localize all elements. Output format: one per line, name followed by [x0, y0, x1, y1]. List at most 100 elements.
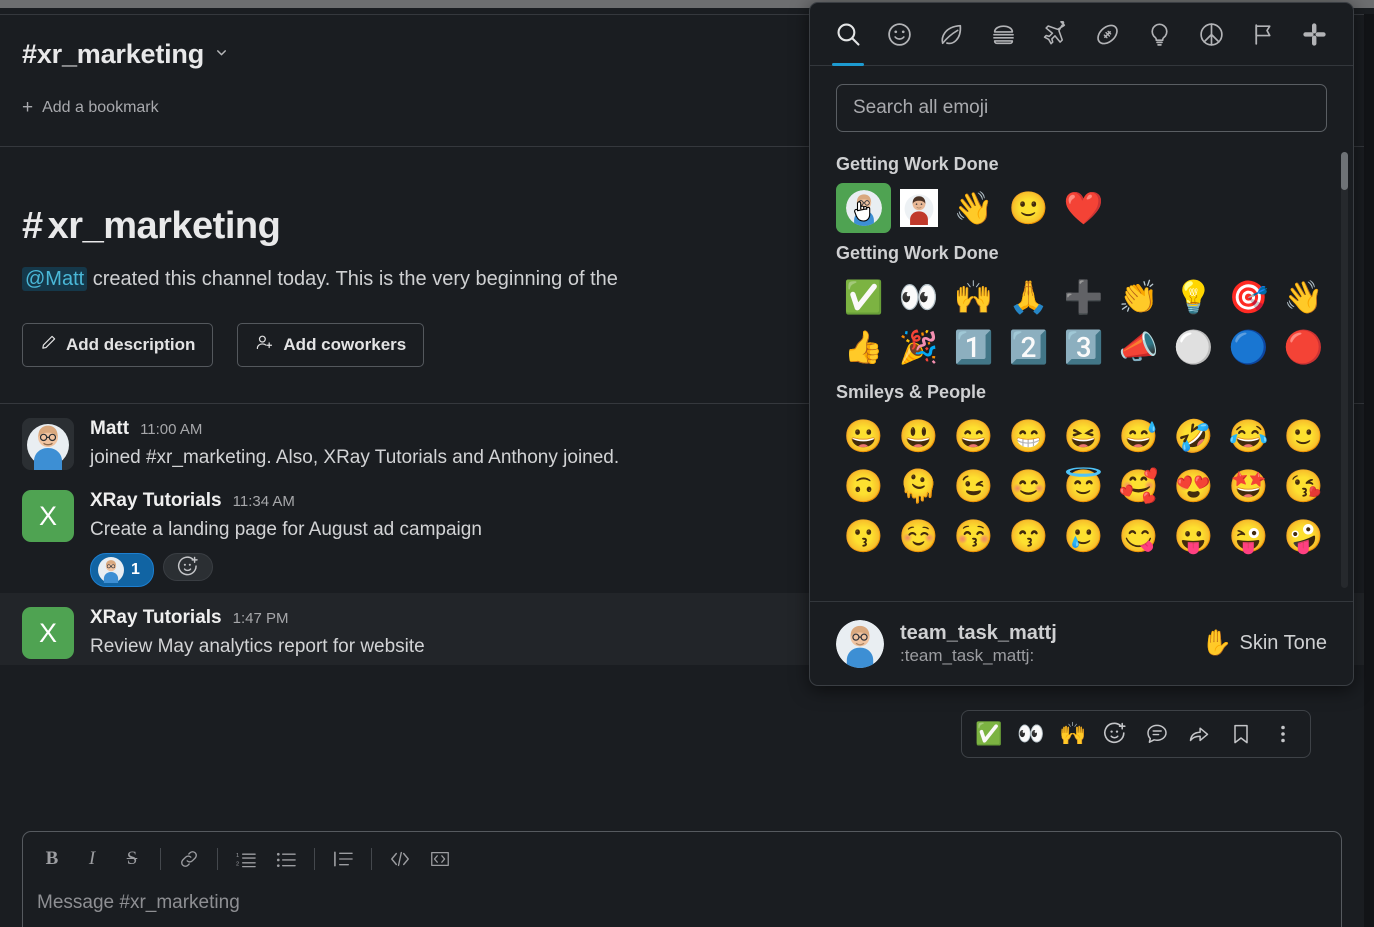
emoji-scrollbar-track[interactable]	[1341, 152, 1348, 588]
emoji-dart[interactable]: 🎯	[1221, 272, 1276, 322]
reply-in-thread-button[interactable]	[1138, 717, 1176, 751]
message-author[interactable]: Matt	[90, 418, 129, 440]
emoji-joy[interactable]: 😂	[1221, 411, 1276, 461]
bulleted-list-icon[interactable]	[267, 842, 305, 876]
reaction-white-check-mark-button[interactable]: ✅	[970, 717, 1008, 751]
forward-message-button[interactable]	[1180, 717, 1218, 751]
code-block-icon[interactable]	[421, 842, 459, 876]
emoji-team_task_mattj[interactable]	[836, 183, 891, 233]
add-reaction-button[interactable]	[1096, 717, 1134, 751]
reaction-eyes-button[interactable]: 👀	[1012, 717, 1050, 751]
emoji-mega[interactable]: 📣	[1111, 322, 1166, 372]
emoji-smiley[interactable]: 😃	[891, 411, 946, 461]
emoji-custom-avatar-red[interactable]	[891, 183, 946, 233]
emoji-large-blue-circle[interactable]: 🔵	[1221, 322, 1276, 372]
strikethrough-icon[interactable]: S	[113, 842, 151, 876]
emoji-melting-face[interactable]: 🫠	[891, 461, 946, 511]
emoji-rolling-on-the-floor-laughing[interactable]: 🤣	[1166, 411, 1221, 461]
emoji-slightly-smiling-face[interactable]: 🙂	[1001, 183, 1056, 233]
reaction-raised-hands-button[interactable]: 🙌	[1054, 717, 1092, 751]
emoji-eyes[interactable]: 👀	[891, 272, 946, 322]
emoji-heart[interactable]: ❤️	[1056, 183, 1111, 233]
emoji-heart-eyes[interactable]: 😍	[1166, 461, 1221, 511]
bold-icon[interactable]: B	[33, 842, 71, 876]
emoji-grinning[interactable]: 😀	[836, 411, 891, 461]
emoji-tab-animals-nature-icon[interactable]	[932, 3, 972, 65]
add-reaction-button[interactable]	[162, 553, 213, 581]
emoji-tab-activities-icon[interactable]	[1087, 3, 1127, 65]
emoji-upside-down-face[interactable]: 🙃	[836, 461, 891, 511]
emoji-tab-travel-places-icon[interactable]	[1036, 3, 1076, 65]
emoji-tab-smileys-people-icon[interactable]	[880, 3, 920, 65]
emoji-stuck-out-tongue-winking-eye[interactable]: 😜	[1221, 511, 1276, 561]
emoji-kissing-heart[interactable]: 😘	[1276, 461, 1331, 511]
message-timestamp[interactable]: 11:34 AM	[233, 493, 295, 510]
emoji-heavy-plus-sign[interactable]: ➕	[1056, 272, 1111, 322]
code-icon[interactable]	[381, 842, 419, 876]
emoji-raised-hands[interactable]: 🙌	[946, 272, 1001, 322]
emoji-yum[interactable]: 😋	[1111, 511, 1166, 561]
emoji-grin[interactable]: 😁	[1001, 411, 1056, 461]
emoji-scrollbar-thumb[interactable]	[1341, 152, 1348, 190]
emoji-smile[interactable]: 😄	[946, 411, 1001, 461]
emoji-white-circle[interactable]: ⚪	[1166, 322, 1221, 372]
save-for-later-button[interactable]	[1222, 717, 1260, 751]
emoji-wave[interactable]: 👋	[946, 183, 1001, 233]
emoji-tab-search-icon[interactable]	[828, 3, 868, 66]
ordered-list-icon[interactable]: 12	[227, 842, 265, 876]
emoji-kissing[interactable]: 😗	[836, 511, 891, 561]
emoji-search-input[interactable]	[836, 84, 1327, 132]
add-description-button[interactable]: Add description	[22, 323, 214, 367]
emoji-bulb[interactable]: 💡	[1166, 272, 1221, 322]
emoji-white-check-mark[interactable]: ✅	[836, 272, 891, 322]
emoji-tab-food-drink-icon[interactable]	[984, 3, 1024, 65]
add-coworkers-button[interactable]: Add coworkers	[237, 323, 425, 367]
message-composer[interactable]: B I S 12 Message #xr_marketing	[22, 831, 1342, 927]
skin-tone-button[interactable]: ✋ Skin Tone	[1201, 629, 1327, 658]
emoji-wave[interactable]: 👋	[1276, 272, 1331, 322]
reaction-team_task_mattj[interactable]: 1	[90, 553, 154, 587]
emoji-thumbsup[interactable]: 👍	[836, 322, 891, 372]
message-input[interactable]: Message #xr_marketing	[23, 876, 1341, 914]
message-timestamp[interactable]: 11:00 AM	[140, 421, 202, 438]
avatar[interactable]	[22, 418, 74, 470]
message-author[interactable]: XRay Tutorials	[90, 490, 222, 512]
emoji-kissing-smiling-eyes[interactable]: 😙	[1001, 511, 1056, 561]
emoji-tab-objects-icon[interactable]	[1139, 3, 1179, 65]
emoji-laughing[interactable]: 😆	[1056, 411, 1111, 461]
blockquote-icon[interactable]	[324, 842, 362, 876]
message-author[interactable]: XRay Tutorials	[90, 607, 222, 629]
emoji-innocent[interactable]: 😇	[1056, 461, 1111, 511]
message-timestamp[interactable]: 1:47 PM	[233, 610, 289, 627]
more-actions-button[interactable]	[1264, 717, 1302, 751]
right-gutter	[1364, 14, 1374, 927]
emoji-folded-hands[interactable]: 🙏	[1001, 272, 1056, 322]
emoji-sweat-smile[interactable]: 😅	[1111, 411, 1166, 461]
mention-matt[interactable]: @Matt	[22, 267, 88, 291]
emoji-two[interactable]: 2️⃣	[1001, 322, 1056, 372]
emoji-tab-slack-custom-icon[interactable]	[1295, 3, 1335, 65]
emoji-smiling-face-with-3-hearts[interactable]: 🥰	[1111, 461, 1166, 511]
link-icon[interactable]	[170, 842, 208, 876]
emoji-clap[interactable]: 👏	[1111, 272, 1166, 322]
emoji-relaxed[interactable]: ☺️	[891, 511, 946, 561]
emoji-tab-symbols-icon[interactable]	[1191, 3, 1231, 65]
emoji-stuck-out-tongue[interactable]: 😛	[1166, 511, 1221, 561]
emoji-tada[interactable]: 🎉	[891, 322, 946, 372]
emoji-three[interactable]: 3️⃣	[1056, 322, 1111, 372]
emoji-blush[interactable]: 😊	[1001, 461, 1056, 511]
emoji-one[interactable]: 1️⃣	[946, 322, 1001, 372]
emoji-scroll-area[interactable]: Getting Work Done 👋 🙂 ❤️ Getting Work Do…	[810, 144, 1353, 601]
emoji-star-struck[interactable]: 🤩	[1221, 461, 1276, 511]
emoji-kissing-closed-eyes[interactable]: 😚	[946, 511, 1001, 561]
chevron-down-icon[interactable]	[214, 45, 229, 64]
emoji-zany-face[interactable]: 🤪	[1276, 511, 1331, 561]
emoji-tab-flags-icon[interactable]	[1243, 3, 1283, 65]
emoji-smiling-face-with-tear[interactable]: 🥲	[1056, 511, 1111, 561]
emoji-slightly-smiling-face[interactable]: 🙂	[1276, 411, 1331, 461]
avatar[interactable]: X	[22, 607, 74, 659]
avatar[interactable]: X	[22, 490, 74, 542]
emoji-red-circle[interactable]: 🔴	[1276, 322, 1331, 372]
italic-icon[interactable]: I	[73, 842, 111, 876]
emoji-wink[interactable]: 😉	[946, 461, 1001, 511]
